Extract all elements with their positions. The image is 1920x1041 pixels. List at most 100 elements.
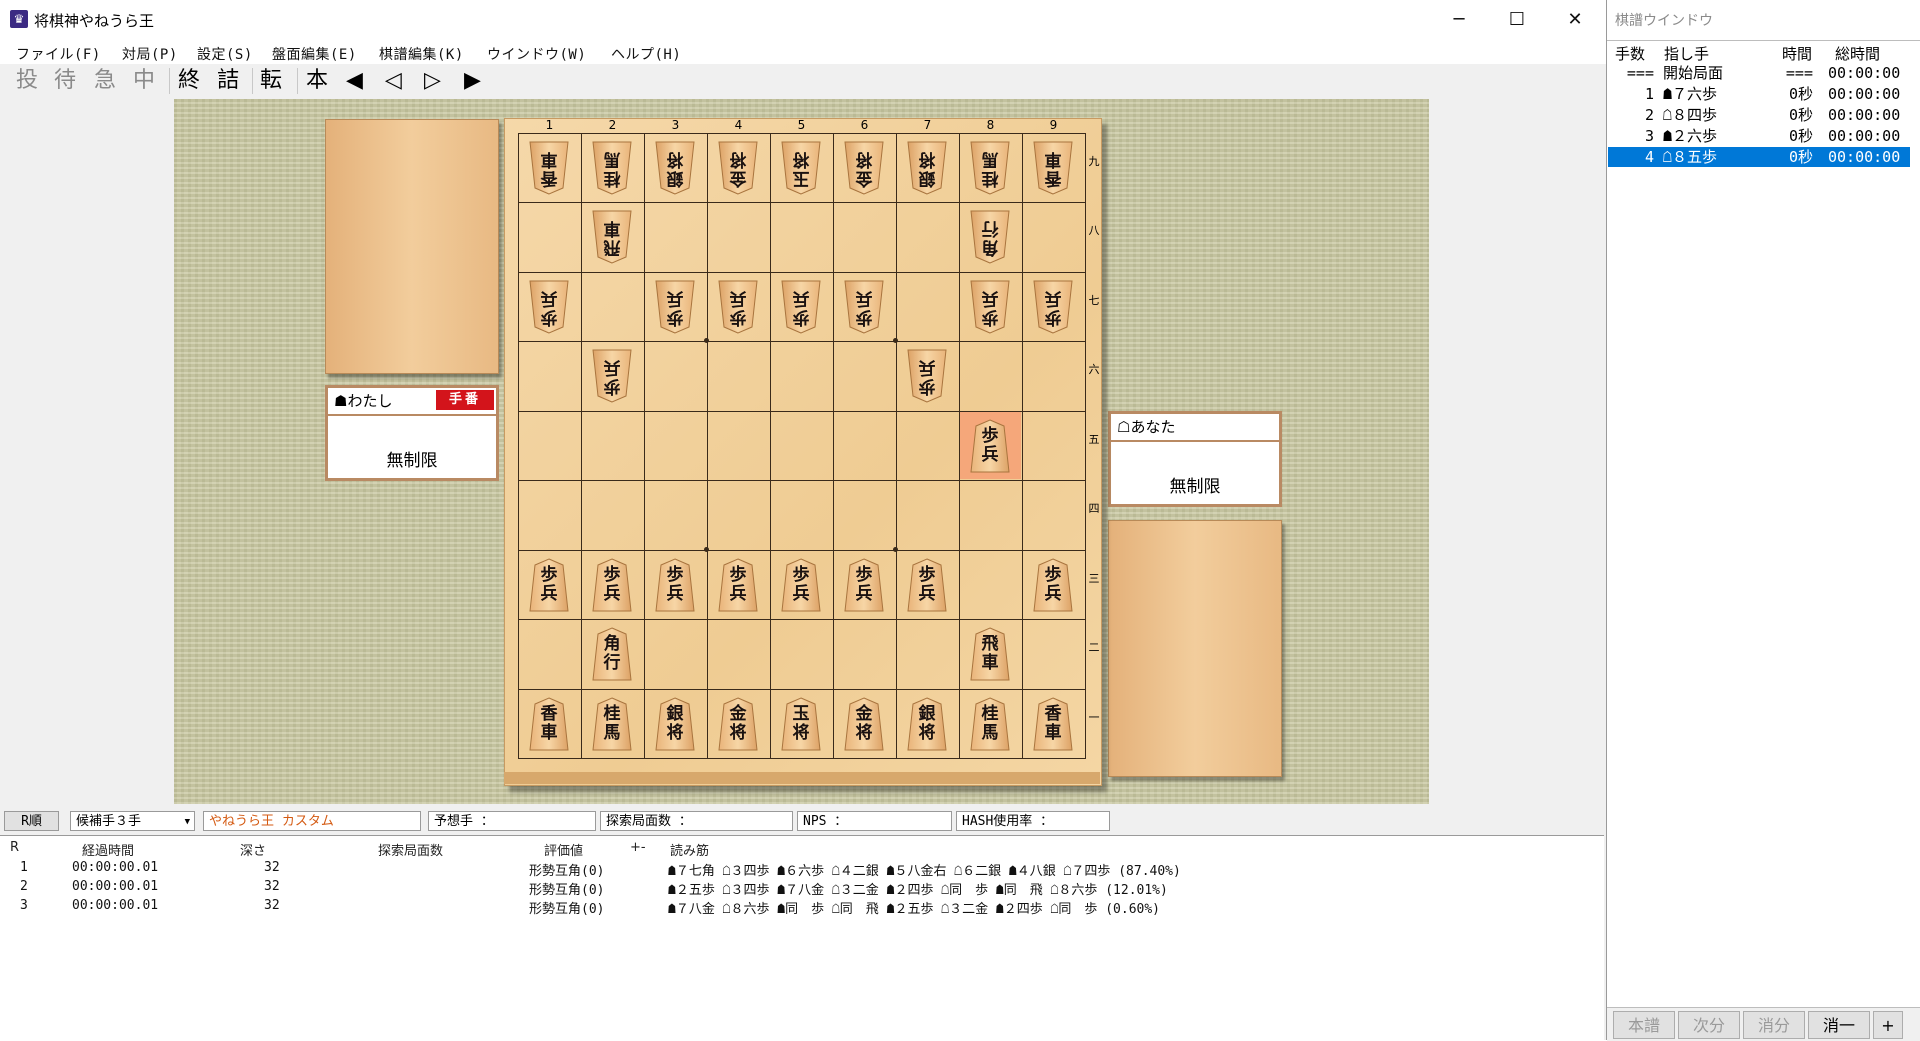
col-header-time[interactable]: 経過時間 (82, 840, 134, 859)
kifu-list[interactable]: 手数 指し手 時間 総時間 === 開始局面 === 00:00:00 1 ☗７六歩 0秒 0… (1607, 40, 1920, 1001)
prev-move-icon[interactable]: ◁ (385, 67, 402, 95)
gote-piece[interactable]: 香 車 (529, 141, 569, 195)
menu-game[interactable]: 対局(P) (122, 44, 178, 64)
kifu-row[interactable]: === 開始局面 === 00:00:00 (1608, 63, 1910, 83)
board-square[interactable] (519, 620, 582, 690)
gote-piece[interactable]: 銀 将 (655, 141, 695, 195)
gote-piece[interactable]: 歩 兵 (718, 280, 758, 334)
board-square[interactable] (645, 342, 708, 412)
col-header-plusminus[interactable]: +- (630, 840, 646, 855)
sente-piece[interactable]: 歩 兵 (907, 558, 947, 612)
kifu-row[interactable]: 1 ☗７六歩 0秒 00:00:00 (1608, 84, 1910, 104)
board-square[interactable] (645, 203, 708, 273)
gote-piece[interactable]: 金 将 (718, 141, 758, 195)
maximize-button[interactable]: ☐ (1488, 0, 1546, 40)
resign-button[interactable]: 投 (16, 67, 38, 95)
board-square[interactable] (708, 620, 771, 690)
sente-komadai[interactable] (1108, 520, 1282, 777)
menu-window[interactable]: ウインドウ(W) (487, 44, 586, 64)
col-header-rank[interactable]: R (10, 840, 19, 855)
gote-piece[interactable]: 歩 兵 (1033, 280, 1073, 334)
end-button[interactable]: 終 (178, 67, 200, 95)
gote-piece[interactable]: 角 行 (970, 210, 1010, 264)
board-square[interactable] (960, 550, 1023, 621)
board-square[interactable] (897, 411, 960, 482)
sente-piece[interactable]: 金 将 (718, 697, 758, 751)
engine-pv-list[interactable]: R 経過時間 深さ 探索局面数 評価値 +- 読み筋 1 00:00:00.01 3… (0, 835, 1604, 1041)
col-header-nodes[interactable]: 探索局面数 (378, 840, 443, 859)
menu-file[interactable]: ファイル(F) (16, 44, 101, 64)
board-square[interactable] (834, 481, 897, 551)
menu-kifu-edit[interactable]: 棋譜編集(K) (379, 44, 464, 64)
board-square[interactable] (708, 203, 771, 273)
gote-piece[interactable]: 玉 将 (781, 141, 821, 195)
sente-piece[interactable]: 歩 兵 (718, 558, 758, 612)
sente-piece[interactable]: 玉 将 (781, 697, 821, 751)
board-square[interactable] (897, 620, 960, 690)
kifu-row[interactable]: 3 ☗２六歩 0秒 00:00:00 (1608, 126, 1910, 146)
sente-piece[interactable]: 歩 兵 (781, 558, 821, 612)
board-square[interactable] (582, 272, 645, 343)
board-square[interactable] (834, 342, 897, 412)
sente-piece[interactable]: 桂 馬 (970, 697, 1010, 751)
sente-piece[interactable]: 歩 兵 (844, 558, 884, 612)
sente-piece[interactable]: 香 車 (1033, 697, 1073, 751)
gote-piece[interactable]: 銀 将 (907, 141, 947, 195)
gote-piece[interactable]: 歩 兵 (655, 280, 695, 334)
suspend-button[interactable]: 中 (133, 67, 155, 95)
col-header-depth[interactable]: 深さ (240, 840, 266, 859)
kifu-row[interactable]: 2 ☖８四歩 0秒 00:00:00 (1608, 105, 1910, 125)
board-square[interactable] (582, 411, 645, 482)
gote-piece[interactable]: 歩 兵 (907, 349, 947, 403)
board-square[interactable] (519, 203, 582, 273)
menu-board-edit[interactable]: 盤面編集(E) (272, 44, 357, 64)
kifu-button-2[interactable]: 消分 (1743, 1011, 1805, 1039)
board-square[interactable] (708, 411, 771, 482)
sente-piece[interactable]: 歩 兵 (655, 558, 695, 612)
gote-piece[interactable]: 歩 兵 (592, 349, 632, 403)
board-square[interactable] (897, 481, 960, 551)
sente-piece[interactable]: 桂 馬 (592, 697, 632, 751)
gote-komadai[interactable] (325, 119, 499, 374)
menu-help[interactable]: ヘルプ(H) (611, 44, 681, 64)
board-square[interactable] (897, 272, 960, 343)
flip-board-button[interactable]: 転 (260, 67, 282, 95)
col-header-eval[interactable]: 評価値 (544, 840, 583, 859)
last-move-icon[interactable]: ▶ (464, 67, 481, 95)
gote-piece[interactable]: 桂 馬 (970, 141, 1010, 195)
mate-button[interactable]: 詰 (217, 67, 239, 95)
board-square[interactable] (960, 342, 1023, 412)
sente-piece[interactable]: 金 将 (844, 697, 884, 751)
sente-piece[interactable]: 角 行 (592, 627, 632, 681)
sente-piece[interactable]: 歩 兵 (592, 558, 632, 612)
board-square[interactable] (1023, 203, 1086, 273)
sente-piece[interactable]: 飛 車 (970, 627, 1010, 681)
col-header-pv[interactable]: 読み筋 (670, 840, 709, 859)
sente-piece[interactable]: 歩 兵 (529, 558, 569, 612)
board-square[interactable] (1023, 411, 1086, 482)
candidates-dropdown[interactable]: 候補手３手 ▼ (70, 811, 195, 831)
board-square[interactable] (645, 481, 708, 551)
board-square[interactable] (771, 620, 834, 690)
board-square[interactable] (519, 481, 582, 551)
menu-settings[interactable]: 設定(S) (197, 44, 253, 64)
board-square[interactable] (834, 620, 897, 690)
r-order-button[interactable]: R順 (4, 811, 59, 831)
board-square[interactable] (771, 342, 834, 412)
main-line-button[interactable]: 本 (306, 67, 328, 95)
kifu-row[interactable]: 4 ☖８五歩 0秒 00:00:00 (1608, 147, 1910, 167)
kifu-button-1[interactable]: 次分 (1678, 1011, 1740, 1039)
close-button[interactable]: ✕ (1546, 0, 1604, 40)
wait-button[interactable]: 待 (54, 67, 76, 95)
minimize-button[interactable]: ─ (1430, 0, 1488, 40)
board-square[interactable] (708, 342, 771, 412)
hurry-button[interactable]: 急 (94, 67, 116, 95)
board-square[interactable] (645, 411, 708, 482)
gote-piece[interactable]: 飛 車 (592, 210, 632, 264)
first-move-icon[interactable]: ◀ (346, 67, 363, 95)
kifu-button-0[interactable]: 本譜 (1613, 1011, 1675, 1039)
board-square[interactable] (1023, 620, 1086, 690)
gote-piece[interactable]: 歩 兵 (529, 280, 569, 334)
gote-piece[interactable]: 香 車 (1033, 141, 1073, 195)
board-square[interactable] (519, 411, 582, 482)
